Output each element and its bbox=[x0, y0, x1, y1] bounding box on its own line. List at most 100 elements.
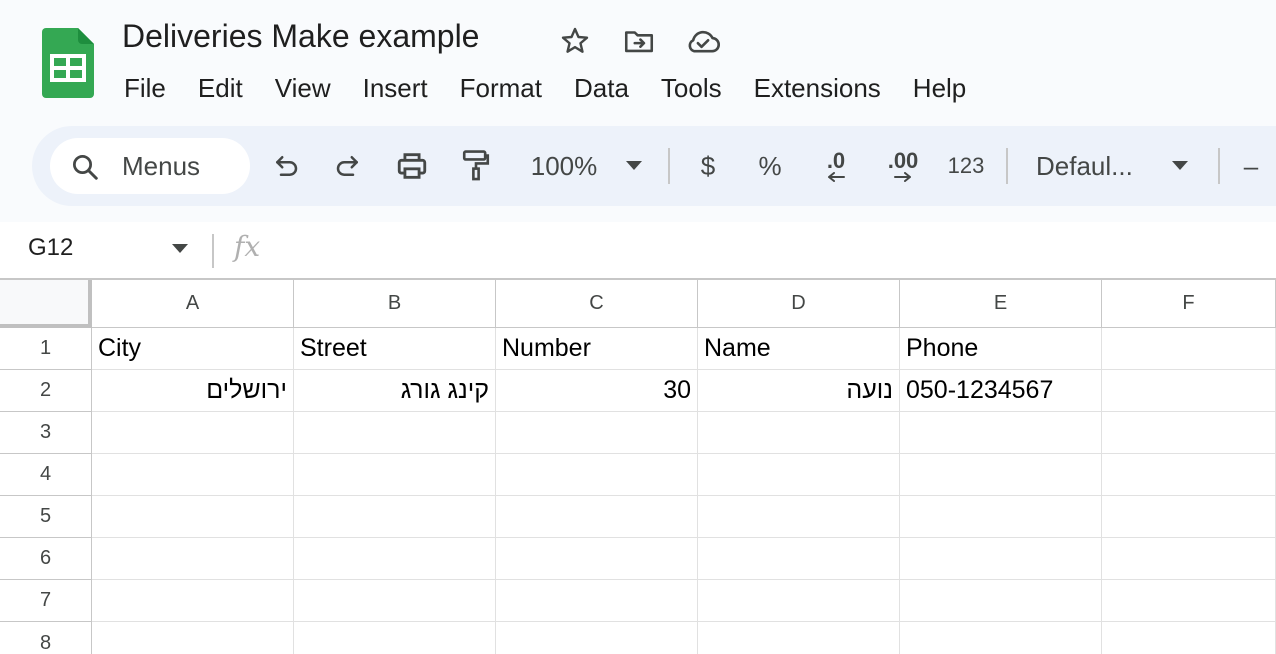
cell-e6[interactable] bbox=[900, 538, 1102, 580]
cell-e2[interactable]: 050-1234567 bbox=[900, 370, 1102, 412]
paint-format-button[interactable] bbox=[456, 142, 496, 190]
decrease-decimal-button[interactable]: .0 bbox=[814, 142, 858, 190]
cell-c5[interactable] bbox=[496, 496, 698, 538]
cell-b2[interactable]: קינג גורג bbox=[294, 370, 496, 412]
spreadsheet-grid: A B C D E F 1 2 3 4 5 6 7 8 City Street Nu… bbox=[0, 278, 1276, 654]
cell-c3[interactable] bbox=[496, 412, 698, 454]
menu-view[interactable]: View bbox=[259, 70, 347, 106]
column-header-e[interactable]: E bbox=[900, 280, 1102, 328]
menu-bar: File Edit View Insert Format Data Tools … bbox=[108, 70, 982, 106]
row-header-5[interactable]: 5 bbox=[0, 496, 92, 538]
column-header-b[interactable]: B bbox=[294, 280, 496, 328]
cell-a3[interactable] bbox=[92, 412, 294, 454]
row-header-3[interactable]: 3 bbox=[0, 412, 92, 454]
minus-icon: – bbox=[1243, 150, 1259, 181]
menu-extensions[interactable]: Extensions bbox=[738, 70, 897, 106]
cell-c8[interactable] bbox=[496, 622, 698, 654]
print-button[interactable] bbox=[392, 142, 432, 190]
cell-f1[interactable] bbox=[1102, 328, 1276, 370]
chevron-down-icon[interactable] bbox=[172, 244, 188, 254]
cell-f7[interactable] bbox=[1102, 580, 1276, 622]
row-header-7[interactable]: 7 bbox=[0, 580, 92, 622]
row-header-1[interactable]: 1 bbox=[0, 328, 92, 370]
cell-c1[interactable]: Number bbox=[496, 328, 698, 370]
cell-e4[interactable] bbox=[900, 454, 1102, 496]
cell-b4[interactable] bbox=[294, 454, 496, 496]
cell-c6[interactable] bbox=[496, 538, 698, 580]
cell-f5[interactable] bbox=[1102, 496, 1276, 538]
cell-d5[interactable] bbox=[698, 496, 900, 538]
cell-d8[interactable] bbox=[698, 622, 900, 654]
cloud-saved-icon[interactable] bbox=[684, 22, 722, 60]
number-format-label: 123 bbox=[947, 153, 985, 178]
menu-data[interactable]: Data bbox=[558, 70, 645, 106]
menu-tools[interactable]: Tools bbox=[645, 70, 738, 106]
cell-d6[interactable] bbox=[698, 538, 900, 580]
cell-b3[interactable] bbox=[294, 412, 496, 454]
cell-d4[interactable] bbox=[698, 454, 900, 496]
redo-button[interactable] bbox=[328, 142, 368, 190]
cell-a8[interactable] bbox=[92, 622, 294, 654]
menu-help[interactable]: Help bbox=[897, 70, 982, 106]
cell-f8[interactable] bbox=[1102, 622, 1276, 654]
undo-button[interactable] bbox=[266, 142, 306, 190]
percent-format-button[interactable]: % bbox=[754, 142, 786, 190]
cell-c2[interactable]: 30 bbox=[496, 370, 698, 412]
cell-b7[interactable] bbox=[294, 580, 496, 622]
column-header-c[interactable]: C bbox=[496, 280, 698, 328]
menu-insert[interactable]: Insert bbox=[347, 70, 444, 106]
zoom-dropdown[interactable] bbox=[620, 142, 648, 190]
cell-e3[interactable] bbox=[900, 412, 1102, 454]
cell-a4[interactable] bbox=[92, 454, 294, 496]
cell-b8[interactable] bbox=[294, 622, 496, 654]
menu-search[interactable] bbox=[50, 138, 250, 194]
cell-c7[interactable] bbox=[496, 580, 698, 622]
currency-format-button[interactable]: $ bbox=[692, 142, 724, 190]
increase-decimal-button[interactable]: .00 bbox=[878, 142, 928, 190]
cell-d2[interactable]: נועה bbox=[698, 370, 900, 412]
menu-file[interactable]: File bbox=[108, 70, 182, 106]
row-header-8[interactable]: 8 bbox=[0, 622, 92, 654]
cell-a6[interactable] bbox=[92, 538, 294, 580]
name-box[interactable]: G12 bbox=[28, 234, 73, 262]
cell-f3[interactable] bbox=[1102, 412, 1276, 454]
font-dropdown[interactable] bbox=[1166, 142, 1194, 190]
cell-a7[interactable] bbox=[92, 580, 294, 622]
cell-e1[interactable]: Phone bbox=[900, 328, 1102, 370]
cell-a5[interactable] bbox=[92, 496, 294, 538]
sheets-logo-icon[interactable] bbox=[42, 28, 94, 98]
menu-edit[interactable]: Edit bbox=[182, 70, 259, 106]
select-all-corner[interactable] bbox=[0, 280, 92, 328]
menu-format[interactable]: Format bbox=[444, 70, 558, 106]
cell-b5[interactable] bbox=[294, 496, 496, 538]
cell-f4[interactable] bbox=[1102, 454, 1276, 496]
cell-e7[interactable] bbox=[900, 580, 1102, 622]
more-formats-button[interactable]: 123 bbox=[944, 142, 988, 190]
star-icon[interactable] bbox=[556, 22, 594, 60]
cell-d3[interactable] bbox=[698, 412, 900, 454]
column-header-d[interactable]: D bbox=[698, 280, 900, 328]
cell-b1[interactable]: Street bbox=[294, 328, 496, 370]
cell-b6[interactable] bbox=[294, 538, 496, 580]
cell-d1[interactable]: Name bbox=[698, 328, 900, 370]
increase-decimal-label: .00 bbox=[887, 148, 919, 173]
row-header-4[interactable]: 4 bbox=[0, 454, 92, 496]
move-folder-icon[interactable] bbox=[620, 22, 658, 60]
menu-search-input[interactable] bbox=[122, 148, 242, 184]
cell-f6[interactable] bbox=[1102, 538, 1276, 580]
cell-d7[interactable] bbox=[698, 580, 900, 622]
cell-f2[interactable] bbox=[1102, 370, 1276, 412]
column-header-f[interactable]: F bbox=[1102, 280, 1276, 328]
row-header-6[interactable]: 6 bbox=[0, 538, 92, 580]
font-select[interactable]: Defaul... bbox=[1036, 142, 1146, 190]
column-header-a[interactable]: A bbox=[92, 280, 294, 328]
cell-e5[interactable] bbox=[900, 496, 1102, 538]
document-title[interactable]: Deliveries Make example bbox=[122, 18, 479, 55]
decrease-font-size-button[interactable]: – bbox=[1236, 142, 1266, 190]
cell-a2[interactable]: ירושלים bbox=[92, 370, 294, 412]
cell-a1[interactable]: City bbox=[92, 328, 294, 370]
cell-e8[interactable] bbox=[900, 622, 1102, 654]
row-header-2[interactable]: 2 bbox=[0, 370, 92, 412]
zoom-select[interactable]: 100% bbox=[524, 142, 604, 190]
cell-c4[interactable] bbox=[496, 454, 698, 496]
